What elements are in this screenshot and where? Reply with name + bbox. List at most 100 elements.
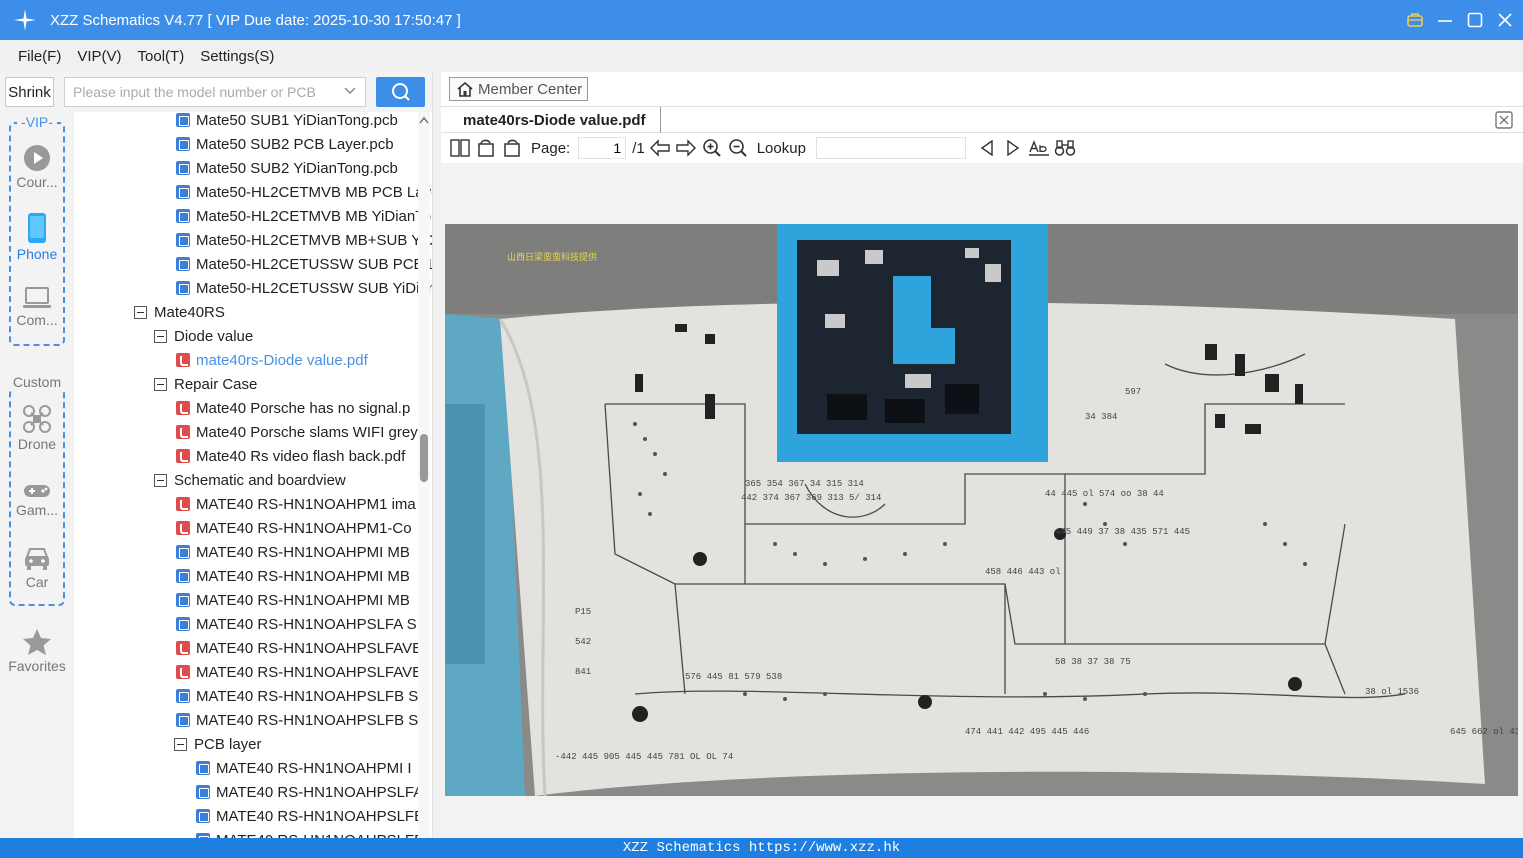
svg-text:645 662 ol 432: 645 662 ol 432 [1450, 727, 1518, 737]
tree-folder[interactable]: Repair Case [154, 372, 257, 396]
menu-vip[interactable]: VIP(V) [77, 48, 121, 65]
page-number-input[interactable] [578, 137, 627, 159]
match-case-icon[interactable] [1028, 137, 1050, 159]
category-games[interactable]: Gam... [0, 482, 74, 518]
menu-bar: File(F) VIP(V) Tool(T) Settings(S) [0, 40, 1523, 72]
close-button[interactable] [1495, 10, 1515, 30]
minimize-button[interactable] [1435, 10, 1455, 30]
tree-item-label: MATE40 RS-HN1NOAHPSLFA SI [196, 615, 421, 633]
tree-folder[interactable]: PCB layer [174, 732, 262, 756]
zoom-in-icon[interactable] [701, 137, 723, 159]
find-prev-icon[interactable] [976, 137, 998, 159]
prev-page-icon[interactable] [649, 137, 671, 159]
tree-item[interactable]: Mate50-HL2CETMVB MB PCB Laye [176, 180, 432, 204]
pdf-toolbar: Page: /1 Lookup [441, 133, 1523, 163]
tree-item[interactable]: MATE40 RS-HN1NOAHPMI MB [176, 564, 410, 588]
maximize-button[interactable] [1465, 10, 1485, 30]
tree-item[interactable]: Mate50-HL2CETUSSW SUB PCB La [176, 252, 432, 276]
two-page-icon[interactable] [449, 137, 471, 159]
menu-tool[interactable]: Tool(T) [138, 48, 185, 65]
pdf-file-icon [176, 521, 190, 535]
svg-text:P15: P15 [575, 607, 591, 617]
tree-folder[interactable]: Schematic and boardview [154, 468, 346, 492]
shrink-button[interactable]: Shrink [5, 77, 54, 107]
pdf-file-icon [176, 449, 190, 463]
tree-scrollbar[interactable] [418, 112, 430, 838]
tree-item[interactable]: MATE40 RS-HN1NOAHPSLFAVE [176, 636, 422, 660]
tree-folder[interactable]: Diode value [154, 324, 253, 348]
category-computer[interactable]: Com... [0, 286, 74, 328]
tree-item[interactable]: Mate40 Porsche has no signal.p [176, 396, 410, 420]
binoculars-icon[interactable] [1054, 137, 1076, 159]
scroll-up-icon[interactable] [419, 116, 429, 124]
zoom-out-icon[interactable] [727, 137, 749, 159]
tab-diode-value[interactable]: mate40rs-Diode value.pdf [449, 107, 661, 133]
bag-icon[interactable] [1405, 10, 1425, 30]
gamepad-icon [0, 482, 74, 500]
tree-item[interactable]: Mate50-HL2CETMVB MB+SUB YiD [176, 228, 432, 252]
tree-item[interactable]: MATE40 RS-HN1NOAHPSLFB SI [176, 708, 422, 732]
pcb-file-icon [196, 809, 210, 823]
tree-item[interactable]: MATE40 RS-HN1NOAHPM1 ima [176, 492, 416, 516]
pcb-file-icon [176, 113, 190, 127]
tree-item[interactable]: Mate40 Rs video flash back.pdf [176, 444, 405, 468]
phone-icon [0, 212, 74, 244]
diode-value-image: 365 354 367 34 315 314 442 374 367 369 3… [445, 224, 1518, 796]
rotate-right-icon[interactable] [501, 137, 523, 159]
next-page-icon[interactable] [675, 137, 697, 159]
collapse-icon[interactable] [154, 329, 167, 343]
menu-settings[interactable]: Settings(S) [200, 48, 274, 65]
tree-item[interactable]: MATE40 RS-HN1NOAHPMI MB [176, 588, 410, 612]
svg-text:841: 841 [575, 667, 591, 677]
svg-text:38 ol 1536: 38 ol 1536 [1365, 687, 1419, 697]
tree-folder[interactable]: Mate40RS [134, 300, 225, 324]
tree-item[interactable]: MATE40 RS-HN1NOAHPMI I [196, 756, 412, 780]
title-bar: XZZ Schematics V4.77 [ VIP Due date: 202… [0, 0, 1523, 40]
tree-item[interactable]: MATE40 RS-HN1NOAHPMI MB [176, 540, 410, 564]
tree-item-label: Mate50 SUB1 YiDianTong.pcb [196, 112, 398, 129]
pcb-file-icon [176, 233, 190, 247]
menu-file[interactable]: File(F) [18, 48, 61, 65]
tree-item[interactable]: MATE40 RS-HN1NOAHPM1-Co [176, 516, 412, 540]
panel-splitter[interactable] [432, 72, 441, 838]
lookup-input[interactable] [815, 137, 966, 159]
collapse-icon[interactable] [174, 737, 187, 751]
tree-item[interactable]: MATE40 RS-HN1NOAHPSLFAVE [176, 660, 422, 684]
find-next-icon[interactable] [1002, 137, 1024, 159]
collapse-icon[interactable] [154, 377, 167, 391]
tree-item[interactable]: MATE40 RS-HN1NOAHPSLFB SI [176, 684, 422, 708]
search-input[interactable] [65, 78, 335, 106]
tree-item[interactable]: Mate50-HL2CETMVB MB YiDianTo [176, 204, 431, 228]
tree-item[interactable]: Mate50 SUB2 YiDianTong.pcb [176, 156, 398, 180]
search-combobox[interactable] [64, 77, 366, 107]
svg-text:542: 542 [575, 637, 591, 647]
tree-item[interactable]: MATE40 RS-HN1NOAHPSLFE [196, 828, 424, 838]
close-tab-icon[interactable] [1495, 111, 1513, 132]
pcb-file-icon [176, 593, 190, 607]
scrollbar-thumb[interactable] [420, 434, 428, 482]
tree-item[interactable]: mate40rs-Diode value.pdf [176, 348, 368, 372]
tree-item[interactable]: Mate50-HL2CETUSSW SUB YiDianT [176, 276, 432, 300]
tree-item[interactable]: Mate40 Porsche slams WIFI grey [176, 420, 418, 444]
collapse-icon[interactable] [134, 305, 147, 319]
pcb-file-icon [176, 545, 190, 559]
member-center-label: Member Center [478, 80, 583, 98]
play-icon [0, 144, 74, 172]
category-phone[interactable]: Phone [0, 212, 74, 262]
tree-item[interactable]: MATE40 RS-HN1NOAHPSLFE [196, 804, 424, 828]
tree-item[interactable]: MATE40 RS-HN1NOAHPSLFA [196, 780, 423, 804]
search-button[interactable] [376, 77, 425, 107]
chevron-down-icon[interactable] [343, 84, 357, 101]
category-drone[interactable]: Drone [0, 404, 74, 452]
category-courses[interactable]: Cour... [0, 144, 74, 190]
collapse-icon[interactable] [154, 473, 167, 487]
tree-item[interactable]: MATE40 RS-HN1NOAHPSLFA SI [176, 612, 421, 636]
tree-item[interactable]: Mate50 SUB2 PCB Layer.pcb [176, 132, 394, 156]
pcb-file-icon [176, 161, 190, 175]
category-favorites[interactable]: Favorites [0, 628, 74, 674]
tree-item[interactable]: Mate50 SUB1 YiDianTong.pcb [176, 112, 398, 132]
category-car[interactable]: Car [0, 546, 74, 590]
tree-item-label: Mate50-HL2CETMVB MB YiDianTo [196, 207, 432, 225]
member-center-button[interactable]: Member Center [449, 77, 588, 101]
rotate-left-icon[interactable] [475, 137, 497, 159]
